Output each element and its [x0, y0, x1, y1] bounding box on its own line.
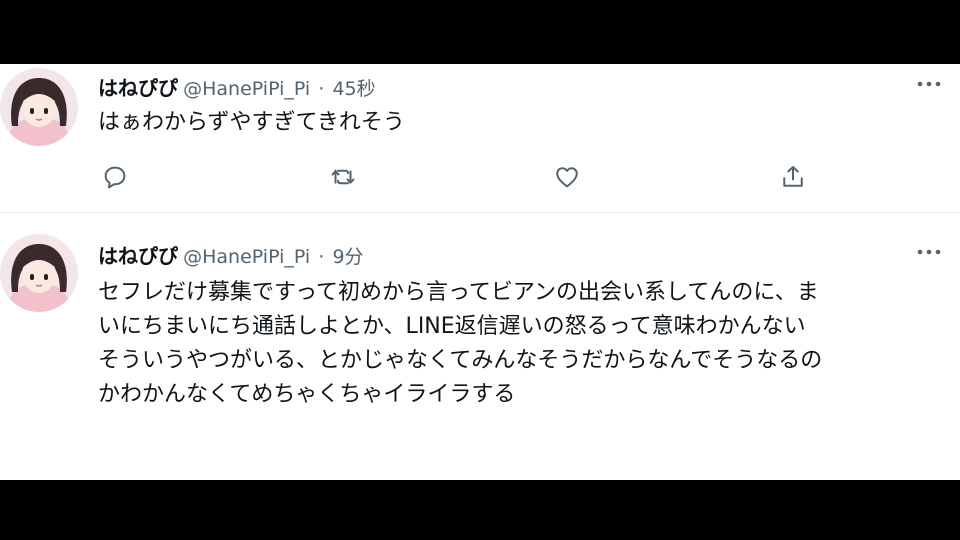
- author-name[interactable]: はねぴぴ: [98, 244, 178, 268]
- share-icon: [783, 166, 803, 187]
- tweet-header: はねぴぴ @HanePiPi_Pi · 45秒: [98, 72, 376, 102]
- tweet-divider: [0, 212, 960, 213]
- author-handle[interactable]: @HanePiPi_Pi: [183, 246, 310, 268]
- tweet-text-line: そういうやつがいる、とかじゃなくてみんなそうだからなんでそうなるの: [98, 348, 823, 373]
- tweet-timeline: はねぴぴ @HanePiPi_Pi · 45秒 はぁわからずやすぎてきれそう は…: [0, 64, 960, 480]
- timestamp[interactable]: 45秒: [332, 78, 375, 100]
- tweet-text-line: セフレだけ募集ですって初めから言ってビアンの出会い系してんのに、ま: [98, 280, 819, 305]
- avatar[interactable]: [0, 68, 78, 146]
- author-handle[interactable]: @HanePiPi_Pi: [183, 78, 310, 100]
- tweet[interactable]: はねぴぴ @HanePiPi_Pi · 9分 セフレだけ募集ですって初めから言っ…: [0, 224, 960, 480]
- author-name[interactable]: はねぴぴ: [98, 76, 178, 100]
- tweet[interactable]: はねぴぴ @HanePiPi_Pi · 45秒 はぁわからずやすぎてきれそう: [0, 64, 960, 212]
- tweet-text: はぁわからずやすぎてきれそう: [98, 106, 938, 140]
- like-heart-icon: [556, 167, 578, 188]
- retweet-button[interactable]: [328, 162, 372, 192]
- tweet-text-line: いにちまいにち通話しよとか、LINE返信遅いの怒るって意味わかんない: [98, 314, 806, 339]
- timestamp[interactable]: 9分: [332, 246, 363, 268]
- retweet-icon: [331, 169, 355, 185]
- more-dots-icon[interactable]: [916, 242, 942, 262]
- like-button[interactable]: [552, 162, 596, 192]
- tweet-text-line: はぁわからずやすぎてきれそう: [98, 110, 405, 135]
- avatar[interactable]: [0, 234, 78, 312]
- separator-dot: ·: [318, 78, 325, 100]
- tweet-header: はねぴぴ @HanePiPi_Pi · 9分: [98, 240, 364, 270]
- action-bar: [100, 162, 820, 192]
- reply-icon: [104, 166, 126, 189]
- more-dots-icon[interactable]: [916, 74, 942, 94]
- tweet-text: セフレだけ募集ですって初めから言ってビアンの出会い系してんのに、ま いにちまいに…: [98, 276, 938, 412]
- letterbox-bottom: [0, 480, 960, 540]
- tweet-text-line: かわかんなくてめちゃくちゃイライラする: [98, 382, 516, 407]
- share-button[interactable]: [778, 162, 808, 192]
- separator-dot: ·: [318, 246, 325, 268]
- reply-button[interactable]: [100, 162, 144, 192]
